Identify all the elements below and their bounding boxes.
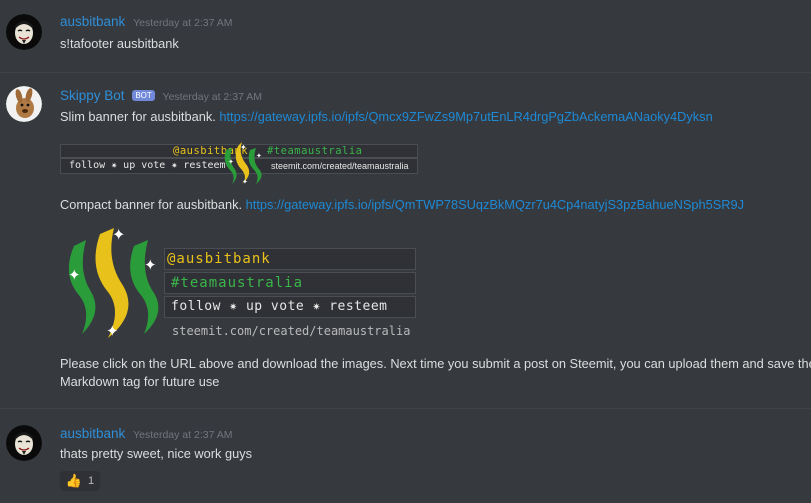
banner-url: steemit.com/created/teamaustralia <box>172 324 411 338</box>
message-divider <box>0 72 811 73</box>
slim-banner-text: Slim banner for ausbitbank. <box>60 109 216 124</box>
thumbs-up-icon: 👍 <box>65 473 83 488</box>
banner-handle: @ausbitbank <box>167 251 271 267</box>
svg-text:✦: ✦ <box>228 158 234 166</box>
svg-text:✦: ✦ <box>112 227 125 244</box>
compact-banner-link[interactable]: https://gateway.ipfs.io/ipfs/QmTWP78SUqz… <box>246 197 744 212</box>
banner-handle-row: @ausbitbank <box>164 248 416 270</box>
banner-url: steemit.com/created/teamaustralia <box>271 161 409 171</box>
avatar[interactable] <box>6 425 42 461</box>
steem-logo-icon: ✦ ✦ ✦ ✦ <box>224 142 262 186</box>
banner-tag-row: #teamaustralia <box>164 272 416 294</box>
banner-tag: #teamaustralia <box>267 145 363 157</box>
banner-cta: follow ✷ up vote ✷ resteem <box>171 299 388 314</box>
compact-banner-image[interactable]: ✦ ✦ ✦ ✦ @ausbitbank #teamaustralia follo… <box>60 224 420 344</box>
username-text[interactable]: ausbitbank <box>60 426 125 441</box>
reaction-button[interactable]: 👍 1 <box>60 471 100 491</box>
username-text[interactable]: ausbitbank <box>60 14 125 29</box>
svg-text:✦: ✦ <box>144 257 157 274</box>
svg-text:✦: ✦ <box>106 323 119 340</box>
username[interactable]: Skippy Bot BOT Yesterday at 2:37 AM <box>60 88 262 103</box>
svg-text:✦: ✦ <box>240 143 247 152</box>
bot-badge: BOT <box>132 90 155 101</box>
banner-cta: follow ✷ up vote ✷ resteem <box>69 160 226 171</box>
timestamp: Yesterday at 2:37 AM <box>133 429 233 441</box>
message-divider <box>0 408 811 409</box>
slim-banner-image[interactable]: @ausbitbank #teamaustralia follow ✷ up v… <box>60 140 420 186</box>
timestamp: Yesterday at 2:37 AM <box>133 17 233 29</box>
instructions-line-1: Please click on the URL above and downlo… <box>60 356 811 371</box>
message-text: s!tafooter ausbitbank <box>60 36 179 51</box>
svg-text:✦: ✦ <box>68 267 81 284</box>
username[interactable]: ausbitbank Yesterday at 2:37 AM <box>60 14 233 29</box>
banner-url-row: steemit.com/created/teamaustralia <box>172 322 410 340</box>
message-text: thats pretty sweet, nice work guys <box>60 446 253 461</box>
banner-cta-row: follow ✷ up vote ✷ resteem <box>164 296 416 318</box>
username-text[interactable]: Skippy Bot <box>60 88 125 103</box>
instructions-line-2: Markdown tag for future use <box>60 374 220 389</box>
compact-banner-line: Compact banner for ausbitbank. https://g… <box>60 197 744 212</box>
username[interactable]: ausbitbank Yesterday at 2:37 AM <box>60 426 233 441</box>
compact-banner-text: Compact banner for ausbitbank. <box>60 197 243 212</box>
avatar[interactable] <box>6 86 42 122</box>
reaction-count: 1 <box>88 475 95 487</box>
slim-banner-line: Slim banner for ausbitbank. https://gate… <box>60 109 713 124</box>
avatar[interactable] <box>6 14 42 50</box>
slim-banner-link[interactable]: https://gateway.ipfs.io/ipfs/Qmcx9ZFwZs9… <box>219 109 712 124</box>
svg-text:✦: ✦ <box>256 152 262 160</box>
banner-tag: #teamaustralia <box>171 275 304 291</box>
steem-logo-icon: ✦ ✦ ✦ ✦ <box>68 227 159 340</box>
timestamp: Yesterday at 2:37 AM <box>162 91 262 103</box>
svg-text:✦: ✦ <box>242 178 248 186</box>
